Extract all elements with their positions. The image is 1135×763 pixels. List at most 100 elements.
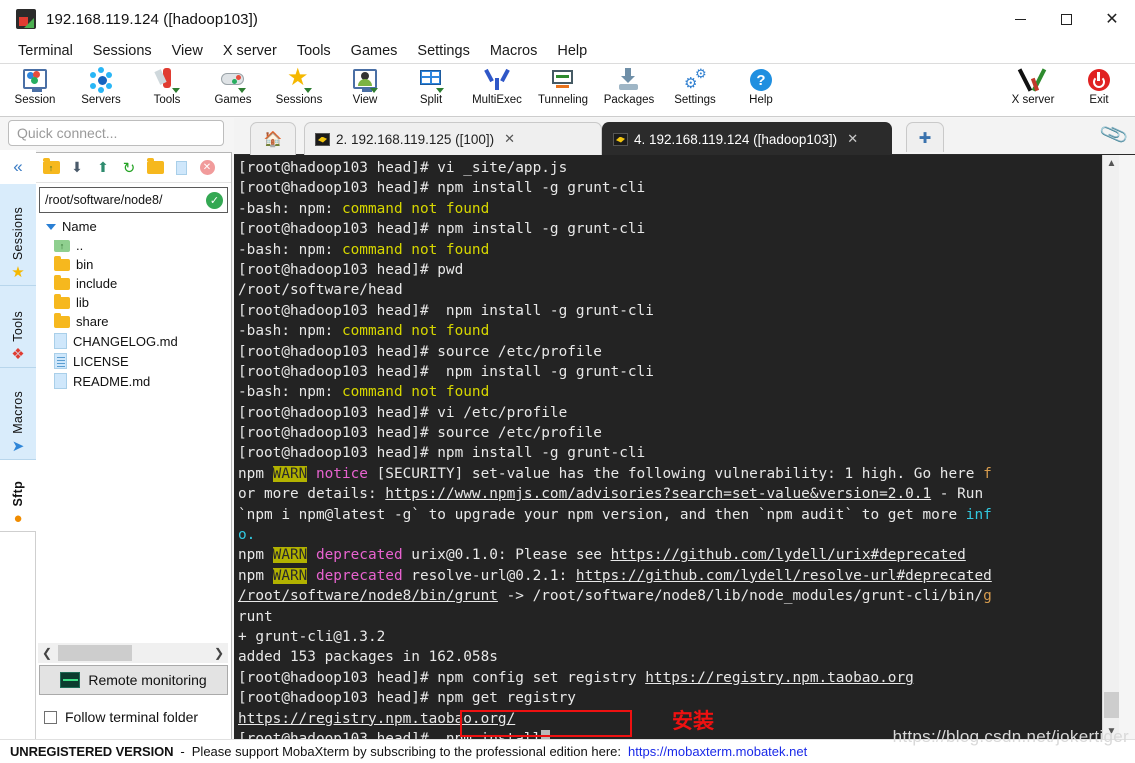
tab-session-2[interactable]: 2. 192.168.119.125 ([100]) ✕ xyxy=(304,122,602,155)
list-item[interactable]: include xyxy=(36,274,231,293)
terminal-text: f xyxy=(983,465,992,482)
terminal-text: [root@hadoop103 head]# npm install -g gr… xyxy=(238,221,646,238)
menu-settings[interactable]: Settings xyxy=(407,41,479,61)
download-icon[interactable]: ⬇ xyxy=(66,157,88,179)
menu-games[interactable]: Games xyxy=(341,41,408,61)
toolbar-servers[interactable]: Servers xyxy=(68,67,134,115)
terminal-line: /root/software/node8/bin/grunt -> /root/… xyxy=(238,586,1100,606)
tab-session-4[interactable]: 4. 192.168.119.124 ([hadoop103]) ✕ xyxy=(602,122,892,155)
terminal-line: npm WARN notice [SECURITY] set-value has… xyxy=(238,464,1100,484)
follow-terminal-folder-row[interactable]: Follow terminal folder xyxy=(44,709,198,725)
toolbar-multiexec[interactable]: MultiExec xyxy=(464,67,530,115)
sidebar-item-sessions[interactable]: ★ Sessions xyxy=(0,184,36,286)
scroll-left-icon[interactable]: ❮ xyxy=(38,646,56,660)
menu-macros[interactable]: Macros xyxy=(480,41,548,61)
terminal-line: -bash: npm: command not found xyxy=(238,240,1100,260)
terminal-line: [root@hadoop103 head]# source /etc/profi… xyxy=(238,423,1100,443)
terminal-output[interactable]: [root@hadoop103 head]# vi _site/app.js [r… xyxy=(234,155,1102,740)
menu-x-server[interactable]: X server xyxy=(213,41,287,61)
follow-terminal-folder-checkbox[interactable] xyxy=(44,710,57,724)
terminal-text: WARN xyxy=(272,547,308,564)
terminal-line: + grunt-cli@1.3.2 xyxy=(238,627,1100,647)
toolbar-view[interactable]: View xyxy=(332,67,398,115)
menu-terminal[interactable]: Terminal xyxy=(8,41,83,61)
toolbar-sessions[interactable]: ★ Sessions xyxy=(266,66,332,115)
list-item[interactable]: share xyxy=(36,312,231,331)
sidebar-item-macros-label: Macros xyxy=(11,391,25,434)
list-item[interactable]: CHANGELOG.md xyxy=(36,331,231,351)
tab-close-icon[interactable]: ✕ xyxy=(504,131,515,147)
sidebar-item-tools[interactable]: ❖ Tools xyxy=(0,286,36,368)
terminal-line: [root@hadoop103 head]# vi _site/app.js xyxy=(238,158,1100,178)
list-item[interactable]: LICENSE xyxy=(36,351,231,371)
menu-view[interactable]: View xyxy=(162,41,213,61)
scrollbar-thumb[interactable] xyxy=(58,645,132,661)
mobaxterm-link[interactable]: https://mobaxterm.mobatek.net xyxy=(628,744,807,759)
terminal-text: or more details: xyxy=(238,486,386,503)
scroll-up-icon[interactable]: ▲ xyxy=(1103,155,1120,172)
terminal-tab-bar: 🏠 2. 192.168.119.125 ([100]) ✕ 4. 192.16… xyxy=(234,118,1135,155)
tunneling-monitor-icon xyxy=(550,67,576,93)
remote-monitoring-button[interactable]: Remote monitoring xyxy=(39,665,228,695)
file-name: include xyxy=(76,276,118,291)
toolbar-packages[interactable]: Packages xyxy=(596,67,662,115)
close-button[interactable]: ✕ xyxy=(1089,0,1135,38)
scrollbar-thumb[interactable] xyxy=(1104,692,1119,718)
sidebar-item-sftp[interactable]: ● Sftp xyxy=(0,460,36,532)
scroll-right-icon[interactable]: ❯ xyxy=(210,646,228,660)
sidebar-tab-strip: « ★ Sessions ❖ Tools ➤ Macros ● Sftp xyxy=(0,150,36,740)
new-file-icon[interactable] xyxy=(170,157,192,179)
status-message: Please support MobaXterm by subscribing … xyxy=(191,744,622,759)
new-folder-icon[interactable] xyxy=(144,157,166,179)
terminal-text: npm xyxy=(238,547,273,564)
terminal-text: urix@0.1.0: Please see xyxy=(402,547,611,564)
terminal-text: resolve-url@0.2.1: xyxy=(402,567,576,584)
swiss-knife-icon: ❖ xyxy=(11,346,25,363)
sidebar-item-macros[interactable]: ➤ Macros xyxy=(0,368,36,460)
terminal-text: -bash: npm: xyxy=(238,241,342,258)
sftp-column-header[interactable]: Name xyxy=(36,215,231,236)
terminal-line: npm WARN deprecated urix@0.1.0: Please s… xyxy=(238,545,1100,565)
list-item[interactable]: README.md xyxy=(36,371,231,391)
tab-close-icon[interactable]: ✕ xyxy=(847,131,858,147)
toolbar-split[interactable]: Split xyxy=(398,67,464,115)
toolbar-exit[interactable]: Exit xyxy=(1066,67,1132,115)
terminal-line: runt xyxy=(238,607,1100,627)
sftp-path-bar[interactable]: /root/software/node8/ ✓ xyxy=(39,187,228,213)
toolbar-session[interactable]: Session xyxy=(2,67,68,115)
terminal-text: + grunt-cli@1.3.2 xyxy=(238,628,386,645)
list-item[interactable]: lib xyxy=(36,293,231,312)
quick-connect-input[interactable]: Quick connect... xyxy=(8,120,224,146)
terminal-line: npm WARN deprecated resolve-url@0.2.1: h… xyxy=(238,566,1100,586)
file-name: CHANGELOG.md xyxy=(73,333,178,349)
upload-icon[interactable]: ⬆ xyxy=(92,157,114,179)
terminal-scrollbar[interactable]: ▲ ▼ xyxy=(1102,155,1119,740)
menu-tools[interactable]: Tools xyxy=(287,41,341,61)
toolbar-x-server[interactable]: X server xyxy=(1000,67,1066,115)
list-item[interactable]: ↑ .. xyxy=(36,236,231,255)
terminal-text: [root@hadoop103 head]# source /etc/profi… xyxy=(238,343,602,360)
collapse-sidebar-button[interactable]: « xyxy=(0,150,36,184)
sftp-horizontal-scrollbar[interactable]: ❮ ❯ xyxy=(38,643,228,663)
list-item[interactable]: bin xyxy=(36,255,231,274)
toolbar-games[interactable]: Games xyxy=(200,67,266,115)
refresh-icon[interactable]: ↻ xyxy=(118,157,140,179)
new-tab-button[interactable]: ✚ xyxy=(906,122,944,152)
terminal-text: WARN xyxy=(272,567,308,584)
terminal-text: o. xyxy=(238,527,256,544)
tab-home[interactable]: 🏠 xyxy=(250,122,296,155)
menu-help[interactable]: Help xyxy=(547,41,597,61)
menu-sessions[interactable]: Sessions xyxy=(83,41,162,61)
toolbar-tools[interactable]: Tools xyxy=(134,67,200,115)
file-name: share xyxy=(76,314,109,329)
packages-download-icon xyxy=(616,67,642,93)
maximize-button[interactable] xyxy=(1043,0,1089,38)
folder-up-icon[interactable]: ↑ xyxy=(40,157,62,179)
toolbar-tunneling[interactable]: Tunneling xyxy=(530,67,596,115)
close-icon: ✕ xyxy=(1105,9,1119,28)
delete-icon[interactable]: ✕ xyxy=(196,157,218,179)
toolbar-settings[interactable]: ⚙ ⚙ Settings xyxy=(662,67,728,115)
toolbar-help[interactable]: ? Help xyxy=(728,67,794,115)
minimize-button[interactable] xyxy=(997,0,1043,38)
